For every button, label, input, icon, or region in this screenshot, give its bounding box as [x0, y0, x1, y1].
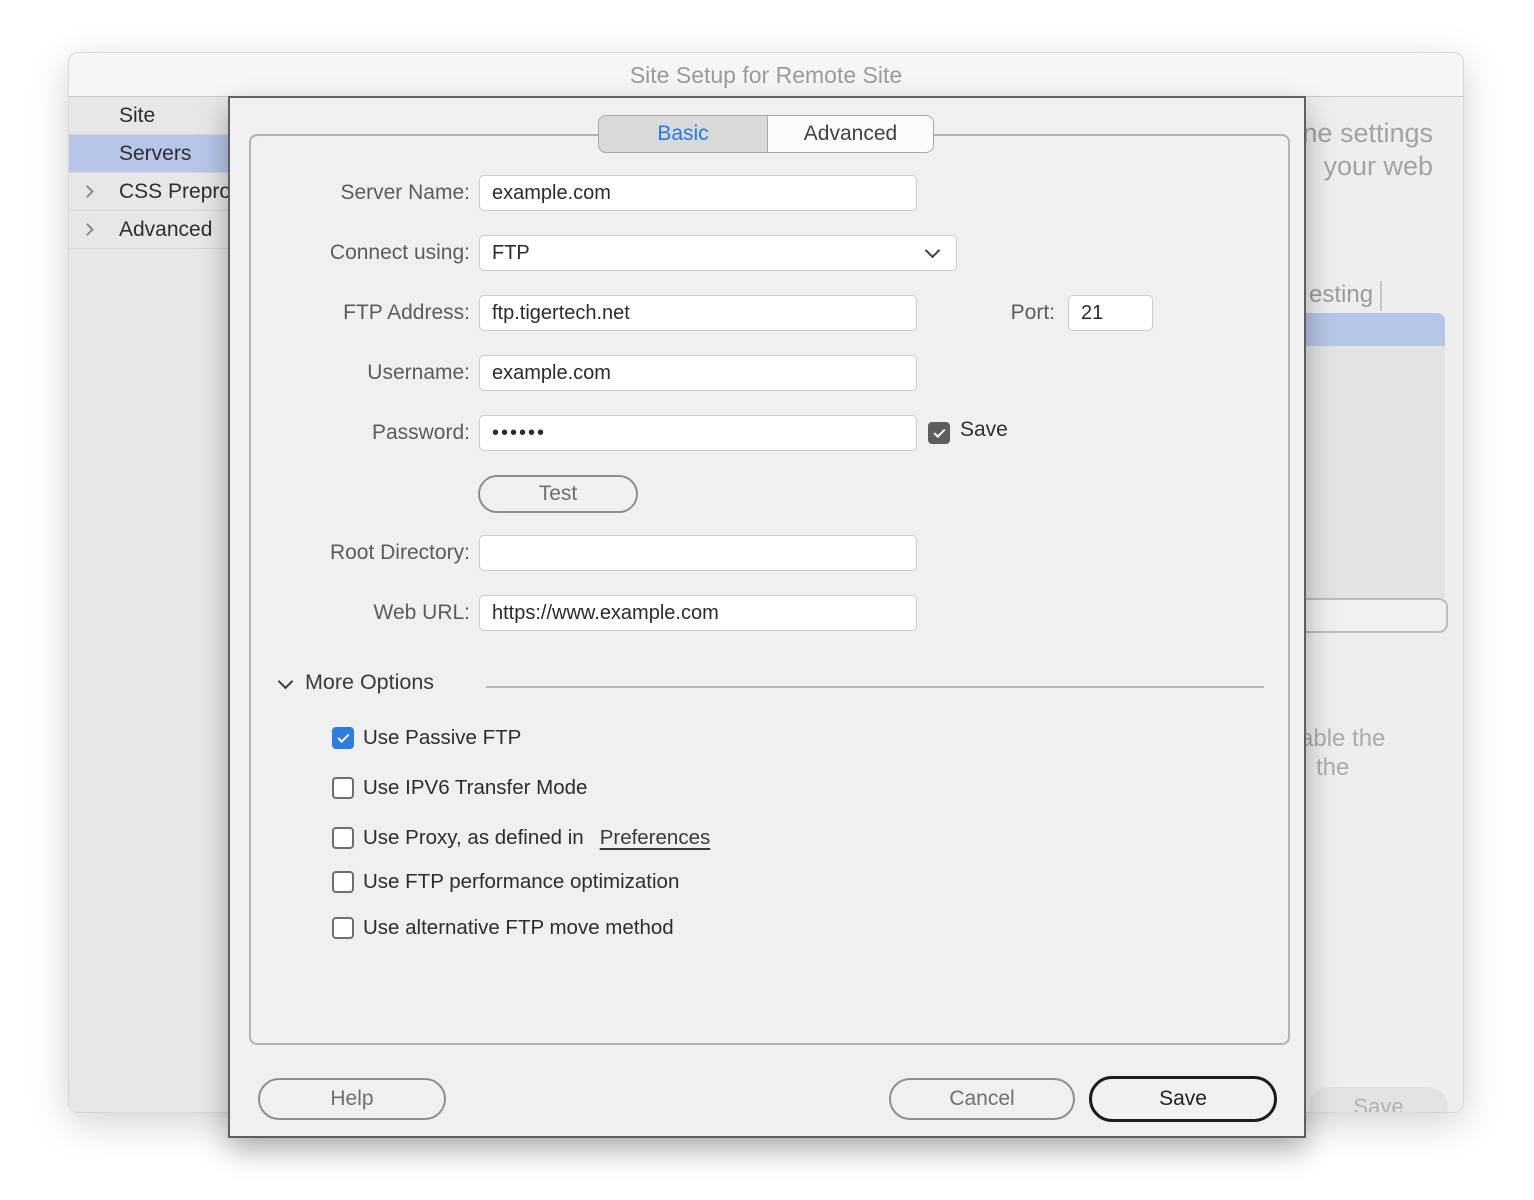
background-note-fragment: able the the [1306, 724, 1385, 782]
port-field[interactable] [1068, 295, 1153, 331]
server-settings-dialog: Basic Advanced Server Name: Connect usin… [228, 96, 1306, 1138]
password-label: Password: [230, 415, 470, 451]
sidebar-item-label: Servers [119, 135, 191, 173]
server-name-field[interactable] [479, 175, 917, 211]
sidebar-item-site[interactable]: Site [69, 97, 228, 135]
connect-using-label: Connect using: [230, 235, 470, 271]
option-label: Use alternative FTP move method [363, 916, 674, 940]
sidebar-item-label: Site [119, 97, 155, 135]
password-field[interactable] [479, 415, 917, 451]
save-password-label: Save [960, 418, 1008, 442]
tab-separator [1380, 281, 1382, 311]
proxy-checkbox[interactable] [332, 827, 354, 849]
ftp-performance-checkbox[interactable] [332, 871, 354, 893]
web-url-label: Web URL: [230, 595, 470, 631]
chevron-down-icon [925, 243, 941, 259]
help-button[interactable]: Help [258, 1078, 446, 1120]
server-name-label: Server Name: [230, 175, 470, 211]
background-save-button[interactable]: Save [1309, 1087, 1448, 1112]
screen: Site Setup for Remote Site Site Servers … [0, 0, 1534, 1200]
root-directory-label: Root Directory: [230, 535, 470, 571]
more-options-heading[interactable]: More Options [305, 670, 434, 695]
sidebar: Site Servers CSS Prepro Advanced [69, 97, 228, 1112]
ftp-address-label: FTP Address: [230, 295, 470, 331]
server-list-selected-row[interactable] [1306, 313, 1445, 346]
alternative-ftp-move-checkbox[interactable] [332, 917, 354, 939]
username-label: Username: [230, 355, 470, 391]
tab-advanced[interactable]: Advanced [768, 115, 934, 153]
server-list-body[interactable] [1306, 346, 1445, 598]
sidebar-item-label: CSS Prepro [119, 173, 228, 211]
connect-using-select[interactable]: FTP [479, 235, 957, 271]
tab-basic[interactable]: Basic [598, 115, 768, 153]
option-label: Use IPV6 Transfer Mode [363, 776, 587, 800]
server-list-toolbar [1306, 598, 1448, 633]
sidebar-item-servers[interactable]: Servers [69, 135, 228, 173]
ipv6-checkbox[interactable] [332, 777, 354, 799]
connect-using-value: FTP [492, 242, 530, 264]
more-options-divider [486, 686, 1264, 688]
option-label: Use Proxy, as defined inPreferences [363, 826, 710, 850]
web-url-field[interactable] [479, 595, 917, 631]
save-password-checkbox[interactable] [928, 422, 950, 444]
option-label: Use FTP performance optimization [363, 870, 679, 894]
preferences-link[interactable]: Preferences [600, 826, 711, 849]
chevron-right-icon[interactable] [81, 223, 94, 236]
window-title: Site Setup for Remote Site [69, 53, 1463, 97]
save-button[interactable]: Save [1089, 1076, 1277, 1122]
sidebar-item-label: Advanced [119, 211, 212, 249]
chevron-right-icon[interactable] [81, 185, 94, 198]
checkmark-icon [933, 426, 945, 438]
background-tab-fragment[interactable]: esting [1309, 281, 1373, 309]
test-button[interactable]: Test [478, 475, 638, 513]
root-directory-field[interactable] [479, 535, 917, 571]
ftp-address-field[interactable] [479, 295, 917, 331]
window-titlebar[interactable]: Site Setup for Remote Site [69, 53, 1463, 97]
username-field[interactable] [479, 355, 917, 391]
option-label: Use Passive FTP [363, 726, 521, 750]
passive-ftp-checkbox[interactable] [332, 727, 354, 749]
sidebar-item-advanced[interactable]: Advanced [69, 211, 228, 249]
background-heading-fragment: ne settings your web [1306, 117, 1433, 183]
checkmark-icon [337, 731, 349, 743]
background-panel: ne settings your web esting able the the… [1306, 97, 1463, 1112]
sidebar-item-css-preprocessors[interactable]: CSS Prepro [69, 173, 228, 211]
more-options-collapse-chevron[interactable] [280, 676, 291, 687]
port-label: Port: [930, 295, 1055, 331]
cancel-button[interactable]: Cancel [889, 1078, 1075, 1120]
